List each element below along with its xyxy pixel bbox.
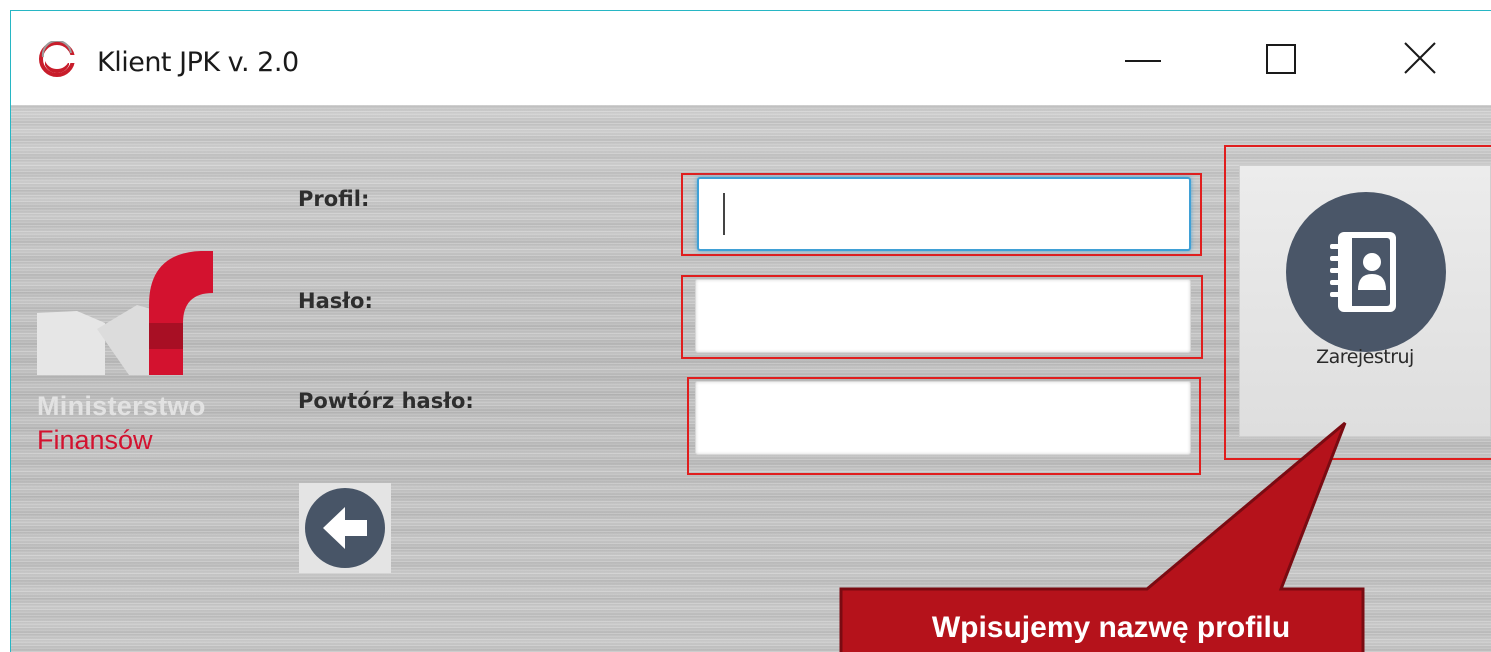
minimize-icon [1125,60,1161,62]
window-title: Klient JPK v. 2.0 [97,47,299,78]
back-button[interactable] [299,483,391,573]
maximize-icon [1266,44,1296,74]
profile-label: Profil: [298,187,370,211]
register-button-label: Zarejestruj [1316,346,1414,368]
close-button[interactable] [1381,31,1461,87]
annotation-text: Wpisujemy nazwę profilu [931,611,1291,644]
maximize-button[interactable] [1241,31,1321,87]
ministry-logo [37,235,217,380]
address-book-icon [1286,192,1446,357]
logo-text-finansow: Finansów [37,425,153,455]
arrow-left-icon [305,488,385,568]
app-window: Klient JPK v. 2.0 Ministerstwo Finansów … [10,10,1491,652]
text-caret [723,193,725,235]
app-logo-icon [39,39,75,77]
main-panel: Ministerstwo Finansów Profil: Hasło: Pow… [11,105,1491,652]
logo-text-ministerstwo: Ministerstwo [37,391,206,421]
register-button[interactable]: Zarejestruj [1239,165,1491,437]
close-icon [1404,42,1436,74]
title-bar: Klient JPK v. 2.0 [11,11,1491,105]
password-label: Hasło: [298,289,373,313]
password-input[interactable] [695,279,1191,353]
repeat-password-label: Powtórz hasło: [298,389,474,413]
repeat-password-input[interactable] [695,381,1191,455]
minimize-button[interactable] [1103,31,1183,87]
profile-input[interactable] [697,177,1191,251]
